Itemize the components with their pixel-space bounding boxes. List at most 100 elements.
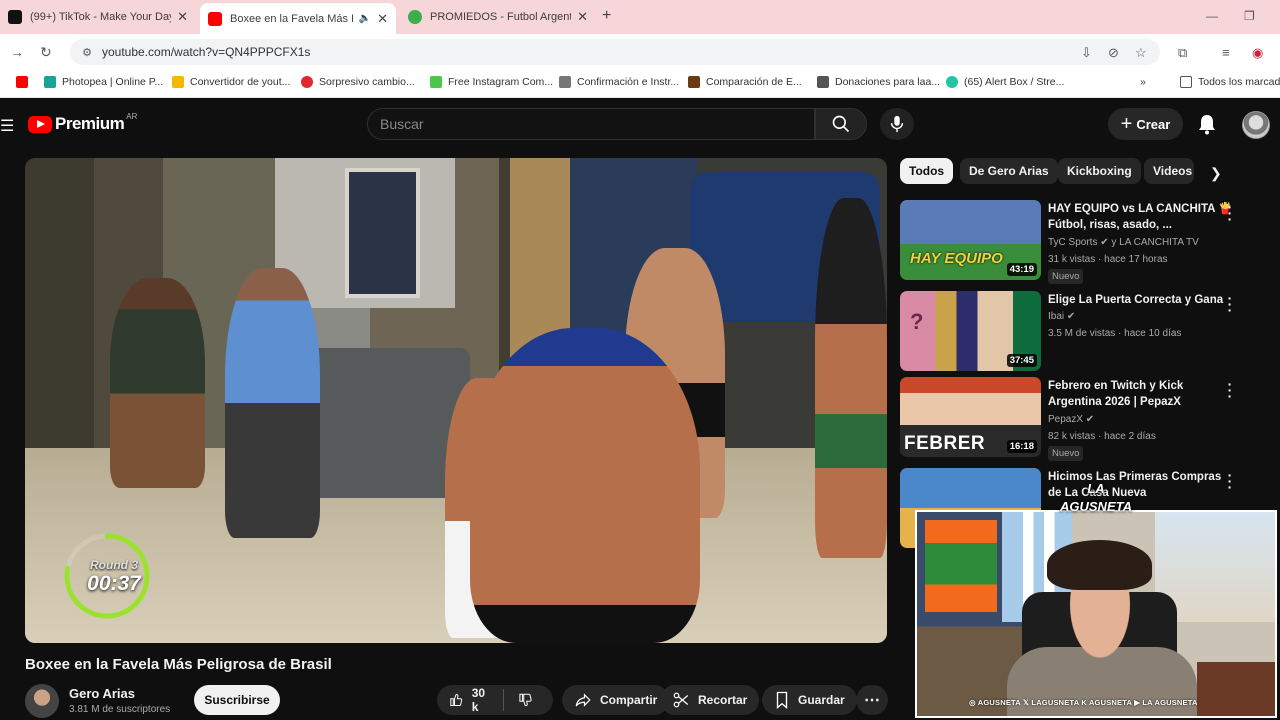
webcam-streamer-hair [1047, 540, 1152, 590]
chevron-right-icon[interactable]: ❯ [1210, 165, 1222, 182]
arrow-icon [817, 76, 829, 88]
bookmark-comparacion[interactable]: Comparación de E... [688, 76, 802, 88]
bookmark-convertidor[interactable]: Convertidor de yout... [172, 76, 290, 88]
more-vertical-icon[interactable]: · · · [1226, 291, 1234, 317]
bookmark-donaciones[interactable]: Donaciones para laa... [817, 76, 940, 88]
clip-button[interactable]: Recortar [660, 685, 760, 715]
bookmark-sorpresivo[interactable]: Sorpresivo cambio... [301, 76, 415, 88]
new-tab-button[interactable]: + [602, 7, 611, 25]
chip-todos[interactable]: Todos [900, 158, 954, 184]
channel-avatar[interactable] [25, 684, 59, 718]
bookmarks-folder[interactable]: Todos los marcad [1180, 76, 1280, 88]
chip-videos[interactable]: Videos [1144, 158, 1194, 184]
forward-icon[interactable]: → [10, 44, 24, 60]
more-vertical-icon[interactable]: · · · [1226, 377, 1234, 403]
install-app-icon[interactable]: ⇩ [1081, 45, 1092, 61]
webcam-furniture [1197, 662, 1275, 716]
chip-kickboxing[interactable]: Kickboxing [1058, 158, 1141, 184]
w-icon [430, 76, 442, 88]
chip-de-gero-arias[interactable]: De Gero Arias [960, 158, 1058, 184]
eye-off-icon[interactable]: ⊘ [1108, 45, 1119, 61]
recommendation-meta: 31 k vistas · hace 17 horas [1048, 254, 1168, 265]
like-button[interactable]: 30 k [449, 686, 491, 714]
youtube-icon [16, 76, 28, 88]
new-badge: Nuevo [1048, 269, 1084, 284]
soccer-ball-icon [408, 10, 422, 24]
restore-icon[interactable]: ❐ [1244, 9, 1255, 23]
tab-youtube[interactable]: Boxee en la Favela Más Peli 🔈 ✕ [200, 3, 396, 34]
more-actions-button[interactable]: ⋯ [856, 685, 888, 715]
share-label: Compartir [600, 693, 658, 707]
recommendation-title[interactable]: HAY EQUIPO vs LA CANCHITA 🍟 Fútbol, risa… [1048, 201, 1234, 233]
bookmark-instagram[interactable]: Free Instagram Com... [430, 76, 553, 88]
youtube-icon [208, 11, 222, 26]
create-label: Crear [1136, 116, 1171, 132]
channel-name[interactable]: Gero Arias [69, 686, 135, 701]
url-field[interactable]: ⚙ youtube.com/watch?v=QN4PPPCFX1s [70, 39, 1160, 65]
video-thumbnail[interactable]: FEBRER 16:18 [900, 377, 1041, 457]
bookmark-youtube[interactable] [16, 76, 34, 88]
video-player[interactable]: Round 3 00:37 [25, 158, 887, 643]
thumbs-down-icon[interactable] [518, 691, 533, 709]
more-vertical-icon[interactable]: · · · [1226, 468, 1234, 494]
search-icon [832, 115, 850, 133]
tab-promiedos[interactable]: PROMIEDOS - Futbol Argentin ✕ [400, 4, 596, 30]
video-thumbnail[interactable]: HAY EQUIPO 43:19 [900, 200, 1041, 280]
divider [502, 689, 504, 711]
media-controls-icon[interactable]: ≡ [1222, 45, 1230, 60]
save-button[interactable]: Guardar [762, 685, 857, 715]
like-count: 30 k [471, 686, 486, 714]
search-button[interactable] [815, 108, 867, 140]
minimize-icon[interactable]: — [1206, 9, 1218, 23]
video-title: Boxee en la Favela Más Peligrosa de Bras… [25, 656, 332, 673]
bookmark-confirmacion[interactable]: Confirmación e Instr... [559, 76, 679, 88]
search-input[interactable]: Buscar [367, 108, 815, 140]
clip-label: Recortar [698, 693, 748, 707]
more-vertical-icon[interactable]: · · · [1226, 200, 1234, 226]
speaker-icon[interactable]: 🔈 [359, 13, 371, 24]
thumbs-up-icon [450, 694, 463, 707]
bookmark-alertbox[interactable]: (65) Alert Box / Stre... [946, 76, 1064, 88]
webcam-poster-stadium [925, 520, 997, 612]
recommendation-channel[interactable]: Ibai ✔ [1048, 311, 1075, 322]
browser-tab-bar: (99+) TikTok - Make Your Day ✕ Boxee en … [0, 0, 1280, 34]
youtube-logo[interactable]: Premium AR [28, 112, 137, 134]
subscribe-button[interactable]: Suscribirse [194, 685, 280, 715]
account-avatar[interactable] [1242, 111, 1270, 139]
bookmark-photopea[interactable]: Photopea | Online P... [44, 76, 163, 88]
webcam-social-handles: ◎ AGUSNETA 𝕏 LAGUSNETA K AGUSNETA ▶ LA A… [969, 698, 1198, 707]
tab-title: PROMIEDOS - Futbol Argentin [430, 11, 572, 23]
video-person-seated [110, 278, 205, 488]
photopea-icon [44, 76, 56, 88]
video-thumbnail[interactable]: ? 37:45 [900, 291, 1041, 371]
tab-title: (99+) TikTok - Make Your Day [30, 11, 172, 23]
bookmark-star-icon[interactable]: ☆ [1135, 45, 1147, 61]
recommendation-title[interactable]: Elige La Puerta Correcta y Gana [1048, 292, 1234, 308]
notifications-button[interactable] [1197, 113, 1217, 140]
recommendation-item[interactable]: HAY EQUIPO 43:19 HAY EQUIPO vs LA CANCHI… [900, 200, 1270, 284]
close-icon[interactable]: ✕ [177, 9, 188, 25]
recommendation-channel[interactable]: PepazX ✔ [1048, 414, 1094, 425]
site-info-icon[interactable]: ⚙ [76, 46, 98, 59]
recommendation-title[interactable]: Febrero en Twitch y Kick Argentina 2026 … [1048, 378, 1234, 410]
recommendation-item[interactable]: FEBRER 16:18 Febrero en Twitch y Kick Ar… [900, 377, 1270, 461]
like-dislike-group: 30 k [437, 685, 553, 715]
menu-icon[interactable]: ☰ [0, 116, 14, 136]
address-bar-row: → ↻ ⚙ youtube.com/watch?v=QN4PPPCFX1s ⇩ … [0, 34, 1280, 70]
profile-icon[interactable]: ◉ [1252, 45, 1263, 61]
video-duration: 43:19 [1006, 263, 1037, 276]
link-icon [559, 76, 571, 88]
voice-search-button[interactable] [880, 108, 914, 140]
bookmarks-overflow-icon[interactable]: » [1140, 76, 1146, 88]
reload-icon[interactable]: ↻ [40, 44, 52, 61]
recommendation-item[interactable]: ? 37:45 Elige La Puerta Correcta y Gana … [900, 291, 1270, 371]
close-icon[interactable]: ✕ [577, 9, 588, 25]
close-icon[interactable]: ✕ [377, 11, 388, 27]
recommendation-channel[interactable]: TyC Sports ✔ y LA CANCHITA TV [1048, 237, 1199, 248]
share-button[interactable]: Compartir [562, 685, 670, 715]
streamer-logo: LA AGUSNETA [1060, 481, 1132, 514]
tab-tiktok[interactable]: (99+) TikTok - Make Your Day ✕ [0, 4, 196, 30]
microphone-icon [890, 115, 904, 133]
create-button[interactable]: + Crear [1108, 108, 1183, 140]
extensions-icon[interactable]: ⧉ [1178, 45, 1187, 61]
